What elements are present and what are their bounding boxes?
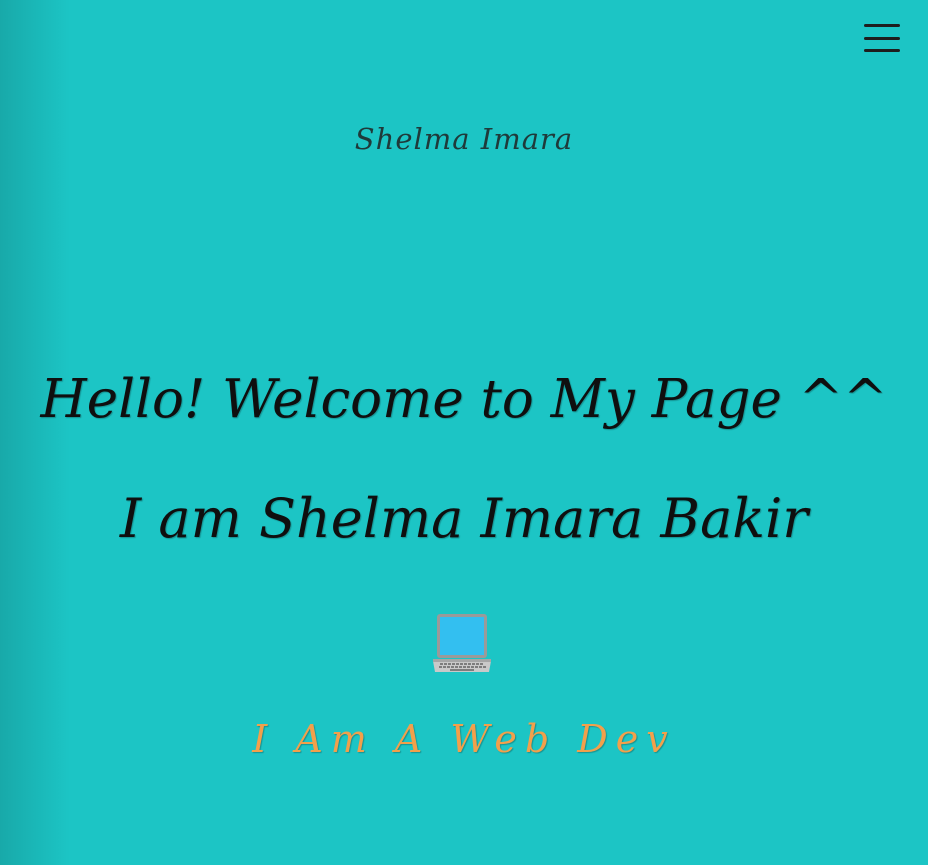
- hamburger-menu-icon[interactable]: [864, 24, 900, 52]
- site-title-link[interactable]: Shelma Imara: [0, 122, 928, 156]
- page: { "header": { "site_title": "Shelma Imar…: [0, 0, 928, 865]
- hero-name: I am Shelma Imara Bakir: [119, 487, 809, 550]
- laptop-icon: [433, 614, 491, 672]
- menu-bar-top: [864, 24, 900, 27]
- menu-bar-middle: [864, 36, 900, 40]
- hero-greeting: Hello! Welcome to My Page ^^: [40, 369, 888, 430]
- role-tagline: I Am A Web Dev: [252, 717, 676, 761]
- menu-bar-bottom: [864, 49, 900, 52]
